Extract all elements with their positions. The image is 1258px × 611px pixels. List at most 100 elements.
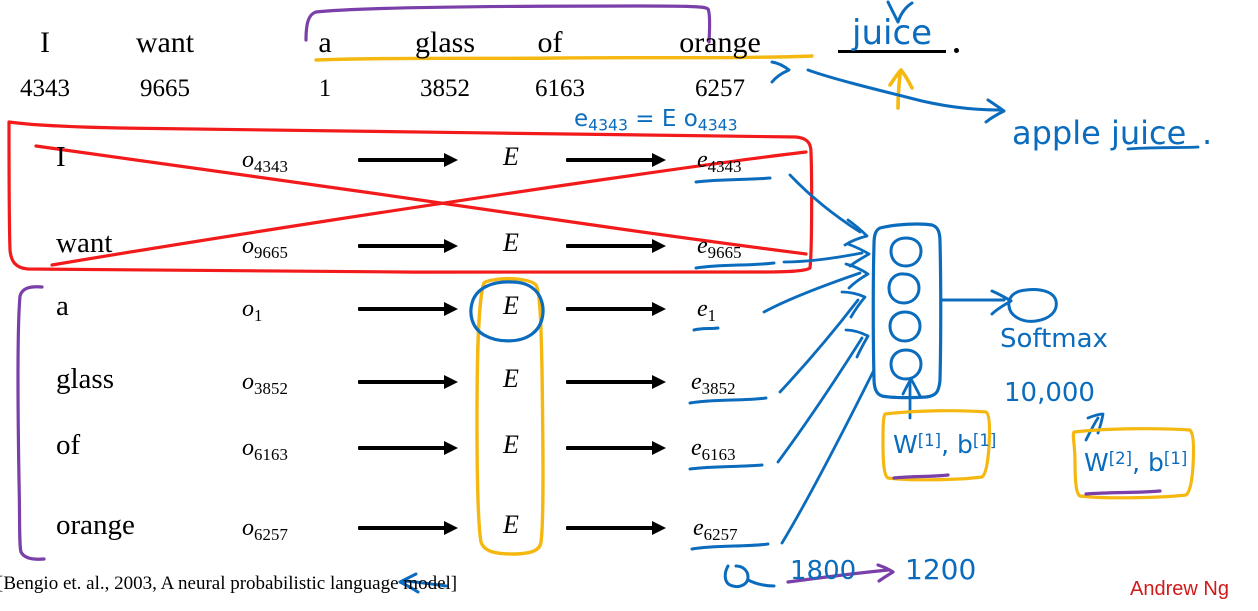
annotation-apple-juice: apple juice bbox=[1012, 114, 1187, 152]
o-subscript: 4343 bbox=[254, 157, 288, 177]
row-o-2: o1 bbox=[242, 297, 263, 325]
e-subscript: 1 bbox=[707, 306, 717, 326]
blue-softmax-circle bbox=[1007, 288, 1058, 323]
blue-arrowhead-1 bbox=[843, 218, 869, 247]
sentence-word-2: a bbox=[318, 26, 332, 59]
sentence-word-1: want bbox=[135, 26, 195, 59]
e-subscript: 4343 bbox=[707, 157, 742, 177]
blue-underline-e-9665 bbox=[694, 261, 776, 270]
purple-bracket-left-rows bbox=[16, 285, 46, 561]
row-E-4: E bbox=[503, 430, 519, 459]
e-symbol: e bbox=[691, 369, 702, 395]
blue-underline-e-6163 bbox=[688, 463, 764, 471]
row-e-1: e9665 bbox=[697, 234, 742, 262]
e-symbol: e bbox=[697, 233, 708, 259]
o-subscript: 6163 bbox=[254, 445, 288, 465]
row-word-4: of bbox=[56, 429, 81, 461]
o-symbol: o bbox=[242, 515, 254, 541]
w1-comma: , bbox=[941, 430, 950, 459]
period-dot-after-blank bbox=[954, 48, 959, 53]
e-subscript: 6163 bbox=[701, 445, 736, 465]
o-subscript: 1 bbox=[254, 306, 263, 326]
annotation-apple-juice-period: . bbox=[1202, 114, 1213, 152]
row-word-0: I bbox=[56, 141, 66, 173]
sentence-index-2: 1 bbox=[318, 75, 332, 102]
row-word-2: a bbox=[56, 290, 69, 322]
formula-equals: = bbox=[635, 106, 655, 132]
author-signature: Andrew Ng bbox=[1130, 578, 1229, 600]
sentence-word-4: of bbox=[537, 26, 563, 59]
row-word-5: orange bbox=[56, 509, 135, 541]
e-symbol: e bbox=[697, 296, 708, 322]
blue-arrowhead-softmax bbox=[990, 289, 1013, 316]
blue-arrow-from-e-6257 bbox=[780, 368, 876, 545]
row-word-1: want bbox=[56, 227, 113, 259]
w2-superscript: [2] bbox=[1108, 449, 1133, 469]
row-word-3: glass bbox=[56, 363, 114, 395]
o-subscript: 9665 bbox=[254, 243, 288, 263]
blue-arrow-from-e-1 bbox=[762, 271, 862, 314]
blue-arrowhead-2 bbox=[846, 242, 871, 268]
w1-symbol: W bbox=[893, 430, 918, 459]
sentence-index-0: 4343 bbox=[20, 75, 70, 102]
row-E-2: E bbox=[503, 291, 519, 320]
blue-underline-e-3852 bbox=[688, 396, 768, 405]
blue-arrowhead-5 bbox=[844, 328, 870, 359]
row-o-1: o9665 bbox=[242, 234, 288, 262]
embedding-formula-annotation: e4343 = E o4343 bbox=[574, 108, 738, 133]
formula-rhs-sub: 4343 bbox=[697, 115, 738, 135]
citation-text: [Bengio et. al., 2003, A neural probabil… bbox=[0, 573, 458, 594]
e-symbol: e bbox=[693, 515, 704, 541]
blue-hook-to-e6257 bbox=[723, 564, 750, 589]
b2-symbol: b bbox=[1148, 448, 1164, 477]
row-o-4: o6163 bbox=[242, 436, 288, 464]
blue-underline-e-1 bbox=[692, 326, 720, 332]
b1-symbol: b bbox=[957, 430, 973, 459]
layer2-params-label: W[2], b[1] bbox=[1084, 450, 1187, 475]
yellow-up-arrow-head bbox=[888, 68, 914, 90]
dimension-corrected: 1200 bbox=[905, 553, 977, 586]
e-subscript: 3852 bbox=[701, 379, 736, 399]
row-E-1: E bbox=[503, 228, 519, 257]
row-o-3: o3852 bbox=[242, 370, 288, 398]
e-symbol: e bbox=[691, 435, 702, 461]
red-strike-row2 bbox=[50, 150, 808, 267]
vocab-size-label: 10,000 bbox=[1004, 378, 1095, 408]
blue-uparrow-to-W2-head bbox=[1086, 412, 1105, 435]
blue-hook-tail bbox=[746, 578, 776, 588]
o-subscript: 3852 bbox=[254, 379, 288, 399]
row-o-5: o6257 bbox=[242, 516, 288, 544]
w2-comma: , bbox=[1132, 448, 1141, 477]
row-E-5: E bbox=[503, 510, 519, 539]
blue-uparrow-to-W2 bbox=[1084, 416, 1100, 442]
yellow-up-arrow-to-juice bbox=[896, 72, 902, 110]
o-symbol: o bbox=[242, 296, 254, 322]
sentence-index-5: 6257 bbox=[695, 75, 745, 102]
b2-superscript: [1] bbox=[1163, 449, 1188, 469]
blue-arrow-juice-to-apple bbox=[806, 68, 1002, 112]
red-box-crossing-rows bbox=[7, 120, 814, 274]
blue-uparrow-to-W1-head bbox=[901, 377, 922, 398]
blue-nn-box bbox=[871, 222, 943, 400]
blue-arrow-from-e-4343 bbox=[788, 173, 862, 234]
purple-underline-W1 bbox=[892, 473, 950, 480]
softmax-label: Softmax bbox=[1000, 324, 1108, 354]
row-e-0: e4343 bbox=[697, 148, 742, 176]
sentence-word-0: I bbox=[40, 26, 50, 59]
sentence-index-4: 6163 bbox=[535, 75, 585, 102]
formula-lhs: e bbox=[574, 106, 589, 132]
blue-nn-node-4 bbox=[889, 348, 923, 381]
blue-underline-e-6257 bbox=[690, 542, 770, 551]
formula-rhs: o bbox=[683, 106, 698, 132]
blue-arrow-from-e-6163 bbox=[776, 336, 864, 464]
row-e-2: e1 bbox=[697, 297, 716, 325]
blue-arrow-from-e-3852 bbox=[778, 298, 860, 394]
e-symbol: e bbox=[697, 147, 708, 173]
sentence-word-3: glass bbox=[415, 26, 475, 59]
o-symbol: o bbox=[242, 369, 254, 395]
e-subscript: 6257 bbox=[703, 525, 738, 545]
blue-nn-node-1 bbox=[889, 236, 923, 268]
sentence-index-3: 3852 bbox=[420, 75, 470, 102]
annotation-juice: juice bbox=[852, 13, 933, 53]
blue-arrowhead-3 bbox=[844, 262, 870, 290]
